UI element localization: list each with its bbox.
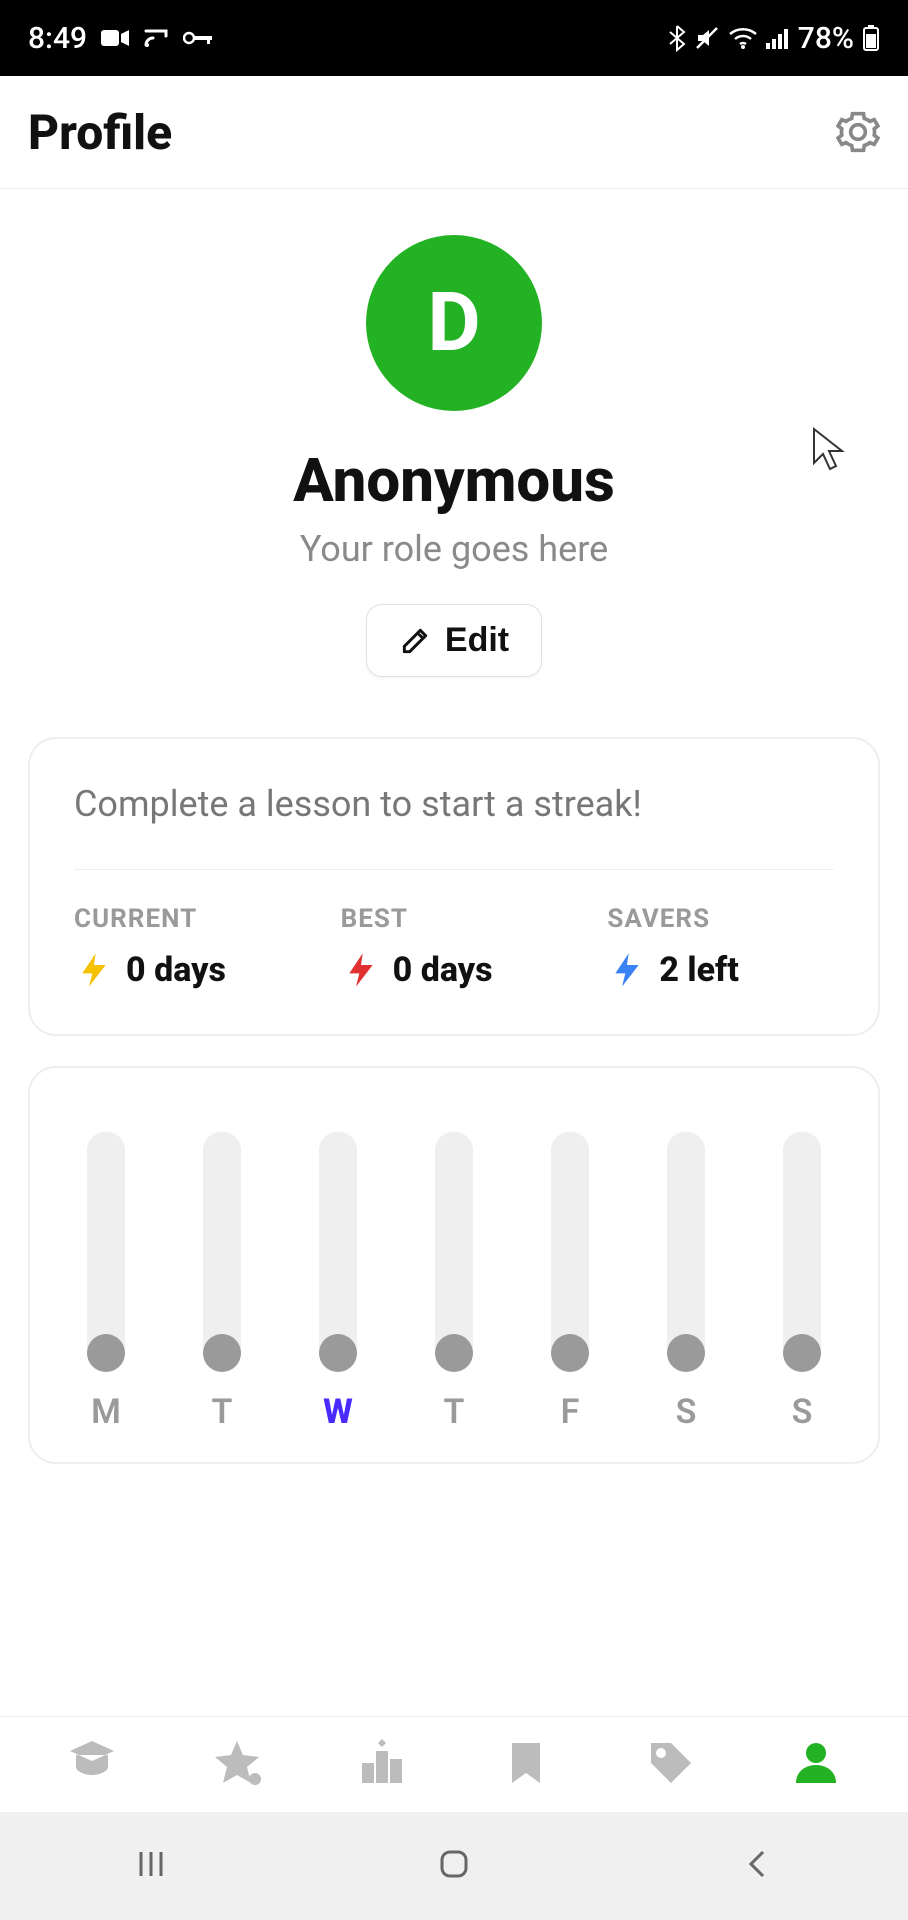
bar-track <box>551 1132 589 1372</box>
weekly-bars <box>58 1112 850 1372</box>
pencil-icon <box>399 625 431 657</box>
streak-prompt: Complete a lesson to start a streak! <box>74 783 834 825</box>
tab-profile[interactable] <box>788 1735 844 1795</box>
learn-icon <box>64 1735 120 1791</box>
streak-col-best: BEST 0 days <box>341 904 568 990</box>
bar-dot <box>783 1334 821 1372</box>
battery-icon <box>862 24 880 52</box>
tab-learn[interactable] <box>64 1735 120 1795</box>
bar-dot <box>435 1334 473 1372</box>
day-label: T <box>424 1392 484 1432</box>
bar-track <box>203 1132 241 1372</box>
streak-col-savers: SAVERS 2 left <box>607 904 834 990</box>
divider <box>74 869 834 870</box>
bluetooth-icon <box>668 24 686 52</box>
bookmark-icon <box>498 1735 554 1791</box>
bar-dot <box>551 1334 589 1372</box>
status-right: 78% <box>668 21 880 56</box>
signal-icon <box>766 27 790 49</box>
tag-icon <box>643 1735 699 1791</box>
bar-track <box>319 1132 357 1372</box>
bar-2 <box>308 1132 368 1372</box>
app-header: Profile <box>0 76 908 189</box>
cursor-icon <box>810 425 848 477</box>
system-home-button[interactable] <box>432 1842 476 1890</box>
bar-dot <box>667 1334 705 1372</box>
username: Anonymous <box>0 445 908 516</box>
streak-card: Complete a lesson to start a streak! CUR… <box>28 737 880 1036</box>
vpn-key-icon <box>183 30 213 46</box>
bolt-icon <box>341 950 381 990</box>
bar-dot <box>87 1334 125 1372</box>
bar-4 <box>540 1132 600 1372</box>
weekly-day-labels: MTWTFSS <box>58 1372 850 1432</box>
status-bar: 8:49 78% <box>0 0 908 76</box>
wifi-icon <box>728 27 758 49</box>
bar-track <box>667 1132 705 1372</box>
edit-label: Edit <box>445 621 509 660</box>
streak-label: BEST <box>341 904 568 934</box>
weekly-activity-card: MTWTFSS <box>28 1066 880 1464</box>
tab-tag[interactable] <box>643 1735 699 1795</box>
settings-button[interactable] <box>836 110 880 154</box>
cast-icon <box>143 28 169 48</box>
day-label: M <box>76 1392 136 1432</box>
streak-label: CURRENT <box>74 904 301 934</box>
streak-label: SAVERS <box>607 904 834 934</box>
status-left: 8:49 <box>28 21 213 56</box>
streak-value: 2 left <box>607 950 834 990</box>
avatar[interactable]: D <box>366 235 542 411</box>
bar-track <box>87 1132 125 1372</box>
battery-pct: 78% <box>798 21 854 56</box>
tab-leaderboard[interactable] <box>354 1735 410 1795</box>
tab-bookmark[interactable] <box>498 1735 554 1795</box>
video-icon <box>101 28 129 48</box>
profile-section: D Anonymous Your role goes here Edit <box>0 189 908 677</box>
bar-5 <box>656 1132 716 1372</box>
bar-1 <box>192 1132 252 1372</box>
streak-row: CURRENT 0 days BEST 0 days SAVERS 2 left <box>74 904 834 990</box>
day-label: T <box>192 1392 252 1432</box>
bar-track <box>435 1132 473 1372</box>
streak-value: 0 days <box>341 950 568 990</box>
page-title: Profile <box>28 104 172 161</box>
bolt-icon <box>74 950 114 990</box>
system-nav-bar <box>0 1812 908 1920</box>
bar-track <box>783 1132 821 1372</box>
day-label: F <box>540 1392 600 1432</box>
bolt-icon <box>607 950 647 990</box>
bar-dot <box>203 1334 241 1372</box>
tab-discover[interactable] <box>209 1735 265 1795</box>
profile-icon <box>788 1735 844 1791</box>
bar-dot <box>319 1334 357 1372</box>
day-label: W <box>308 1392 368 1432</box>
bottom-tab-nav <box>0 1716 908 1812</box>
avatar-letter: D <box>427 275 480 371</box>
gear-icon <box>836 110 880 154</box>
status-time: 8:49 <box>28 21 87 56</box>
bar-6 <box>772 1132 832 1372</box>
day-label: S <box>656 1392 716 1432</box>
system-recents-button[interactable] <box>129 1842 173 1890</box>
leaderboard-icon <box>354 1735 410 1791</box>
discover-icon <box>209 1735 265 1791</box>
bar-3 <box>424 1132 484 1372</box>
streak-value: 0 days <box>74 950 301 990</box>
edit-profile-button[interactable]: Edit <box>366 604 542 677</box>
system-back-button[interactable] <box>735 1842 779 1890</box>
streak-col-current: CURRENT 0 days <box>74 904 301 990</box>
day-label: S <box>772 1392 832 1432</box>
bar-0 <box>76 1132 136 1372</box>
vibrate-mute-icon <box>694 25 720 51</box>
user-role: Your role goes here <box>0 528 908 570</box>
